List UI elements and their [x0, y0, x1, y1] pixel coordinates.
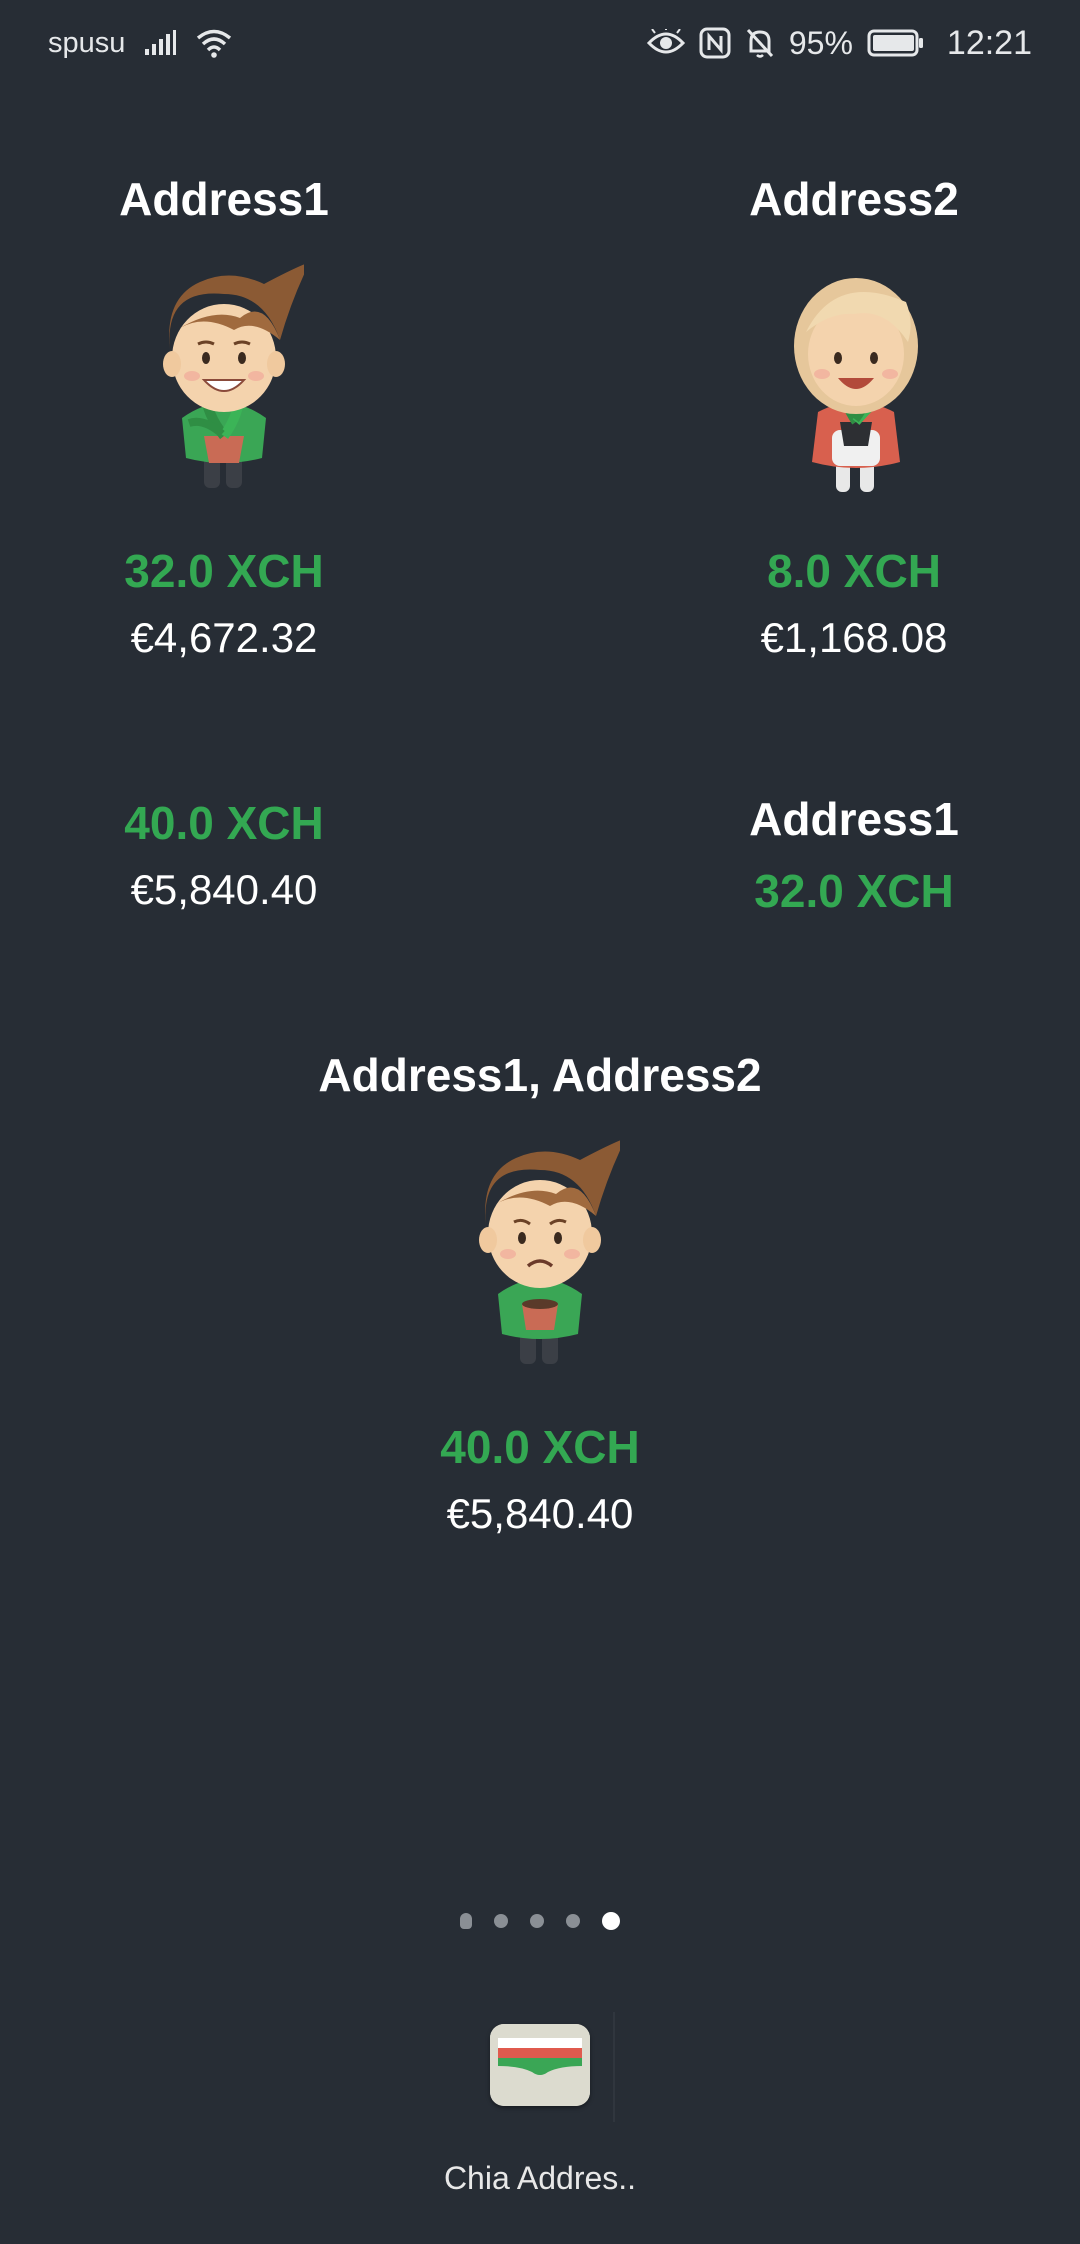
nfc-icon [699, 27, 731, 59]
widget-eur-value: €5,840.40 [130, 866, 318, 913]
widget-title: Address1, Address2 [318, 1049, 762, 1101]
status-left: spusu [48, 27, 233, 60]
widget-xch-balance: 40.0 XCH [440, 1421, 640, 1473]
widget-title: Address1 [119, 173, 329, 225]
page-dot[interactable] [566, 1914, 580, 1928]
bell-off-icon [745, 27, 775, 59]
dock-divider [613, 2012, 615, 2122]
widget-eur-value: €4,672.32 [130, 614, 318, 661]
widget-title: Address2 [749, 173, 959, 225]
widget-eur-value: €5,840.40 [446, 1490, 634, 1537]
widget-xch-balance: 8.0 XCH [767, 545, 941, 597]
widget-xch-balance: 40.0 XCH [124, 797, 324, 849]
clock: 12:21 [946, 23, 1032, 62]
battery-percent: 95% [788, 24, 853, 61]
battery-icon [867, 29, 925, 57]
page-dot-active[interactable] [602, 1912, 620, 1930]
status-bar: spusu 95% 12:21 [0, 0, 1080, 86]
widget-xch-balance: 32.0 XCH [124, 545, 324, 597]
page-dot[interactable] [530, 1914, 544, 1928]
home-screen: spusu 95% 12:21 Address1 32.0 XCH €4,672… [0, 0, 1080, 2244]
widget-xch-balance: 32.0 XCH [754, 865, 954, 917]
signal-icon [143, 29, 177, 57]
app-label[interactable]: Chia Addres.. [340, 2160, 740, 2197]
page-dot[interactable] [494, 1914, 508, 1928]
widget-eur-value: €1,168.08 [760, 614, 948, 661]
page-indicator[interactable] [0, 1912, 1080, 1930]
happy-girl-avatar-icon [776, 262, 936, 503]
sad-boy-avatar-icon [460, 1134, 626, 1375]
widget-title: Address1 [749, 793, 959, 845]
chia-address-app-icon[interactable] [490, 2024, 590, 2106]
wifi-icon [195, 28, 233, 58]
happy-boy-avatar-icon [144, 258, 310, 499]
status-right: 95% 12:21 [646, 23, 1032, 63]
eye-comfort-icon [646, 29, 685, 57]
page-dot[interactable] [460, 1913, 472, 1929]
carrier-name: spusu [48, 26, 126, 59]
